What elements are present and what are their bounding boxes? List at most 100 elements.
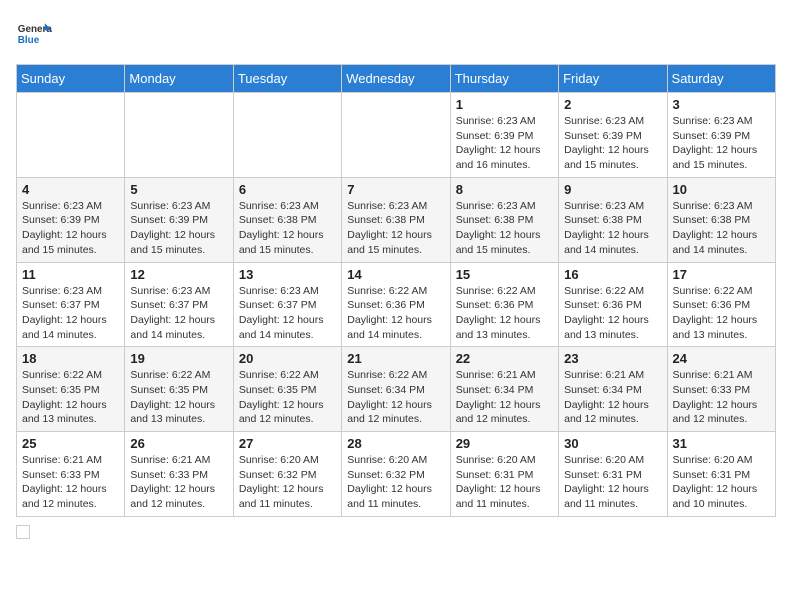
calendar-cell: 5 Sunrise: 6:23 AM Sunset: 6:39 PM Daylig…	[125, 177, 233, 262]
day-number: 26	[130, 436, 227, 451]
day-info: Sunrise: 6:23 AM Sunset: 6:39 PM Dayligh…	[22, 199, 119, 258]
weekday-header-monday: Monday	[125, 65, 233, 93]
day-number: 5	[130, 182, 227, 197]
day-number: 2	[564, 97, 661, 112]
day-number: 16	[564, 267, 661, 282]
day-number: 21	[347, 351, 444, 366]
calendar-cell: 20Sunrise: 6:22 AM Sunset: 6:35 PM Dayli…	[233, 347, 341, 432]
day-number: 29	[456, 436, 553, 451]
calendar-cell: 24 Sunrise: 6:21 AM Sunset: 6:33 PM Dayli…	[667, 347, 775, 432]
weekday-header-saturday: Saturday	[667, 65, 775, 93]
calendar-cell: 9 Sunrise: 6:23 AM Sunset: 6:38 PM Daylig…	[559, 177, 667, 262]
day-info: Sunrise: 6:23 AM Sunset: 6:37 PM Dayligh…	[22, 284, 119, 343]
day-number: 23	[564, 351, 661, 366]
daylight-box	[16, 525, 30, 539]
day-number: 17	[673, 267, 770, 282]
day-info: Sunrise: 6:23 AM Sunset: 6:38 PM Dayligh…	[564, 199, 661, 258]
day-number: 20	[239, 351, 336, 366]
calendar-table: SundayMondayTuesdayWednesdayThursdayFrid…	[16, 64, 776, 517]
day-number: 15	[456, 267, 553, 282]
day-info: Sunrise: 6:22 AM Sunset: 6:36 PM Dayligh…	[347, 284, 444, 343]
calendar-cell: 30 Sunrise: 6:20 AM Sunset: 6:31 PM Dayli…	[559, 432, 667, 517]
day-info: Sunrise: 6:20 AM Sunset: 6:31 PM Dayligh…	[673, 453, 770, 512]
calendar-cell: 3 Sunrise: 6:23 AM Sunset: 6:39 PM Daylig…	[667, 93, 775, 178]
day-number: 24	[673, 351, 770, 366]
calendar-cell: 1 Sunrise: 6:23 AM Sunset: 6:39 PM Daylig…	[450, 93, 558, 178]
day-number: 6	[239, 182, 336, 197]
calendar-cell: 6 Sunrise: 6:23 AM Sunset: 6:38 PM Daylig…	[233, 177, 341, 262]
calendar-cell: 25Sunrise: 6:21 AM Sunset: 6:33 PM Dayli…	[17, 432, 125, 517]
calendar-cell: 4 Sunrise: 6:23 AM Sunset: 6:39 PM Daylig…	[17, 177, 125, 262]
calendar-cell: 2 Sunrise: 6:23 AM Sunset: 6:39 PM Daylig…	[559, 93, 667, 178]
calendar-week-2: 4 Sunrise: 6:23 AM Sunset: 6:39 PM Daylig…	[17, 177, 776, 262]
day-number: 11	[22, 267, 119, 282]
calendar-cell: 18 Sunrise: 6:22 AM Sunset: 6:35 PM Dayli…	[17, 347, 125, 432]
calendar-week-1: 1 Sunrise: 6:23 AM Sunset: 6:39 PM Daylig…	[17, 93, 776, 178]
calendar-cell: 7 Sunrise: 6:23 AM Sunset: 6:38 PM Daylig…	[342, 177, 450, 262]
day-info: Sunrise: 6:21 AM Sunset: 6:34 PM Dayligh…	[564, 368, 661, 427]
day-info: Sunrise: 6:23 AM Sunset: 6:39 PM Dayligh…	[564, 114, 661, 173]
weekday-header-wednesday: Wednesday	[342, 65, 450, 93]
day-number: 4	[22, 182, 119, 197]
day-number: 22	[456, 351, 553, 366]
day-info: Sunrise: 6:22 AM Sunset: 6:35 PM Dayligh…	[22, 368, 119, 427]
day-info: Sunrise: 6:21 AM Sunset: 6:34 PM Dayligh…	[456, 368, 553, 427]
weekday-header-tuesday: Tuesday	[233, 65, 341, 93]
day-number: 19	[130, 351, 227, 366]
day-number: 13	[239, 267, 336, 282]
calendar-cell: 17 Sunrise: 6:22 AM Sunset: 6:36 PM Dayli…	[667, 262, 775, 347]
calendar-cell	[233, 93, 341, 178]
day-info: Sunrise: 6:21 AM Sunset: 6:33 PM Dayligh…	[130, 453, 227, 512]
calendar-cell: 26 Sunrise: 6:21 AM Sunset: 6:33 PM Dayli…	[125, 432, 233, 517]
calendar-cell: 8 Sunrise: 6:23 AM Sunset: 6:38 PM Daylig…	[450, 177, 558, 262]
calendar-body: 1 Sunrise: 6:23 AM Sunset: 6:39 PM Daylig…	[17, 93, 776, 517]
day-info: Sunrise: 6:23 AM Sunset: 6:39 PM Dayligh…	[130, 199, 227, 258]
day-number: 18	[22, 351, 119, 366]
calendar-cell: 10Sunrise: 6:23 AM Sunset: 6:38 PM Dayli…	[667, 177, 775, 262]
day-number: 7	[347, 182, 444, 197]
day-info: Sunrise: 6:23 AM Sunset: 6:38 PM Dayligh…	[673, 199, 770, 258]
calendar-cell	[17, 93, 125, 178]
day-info: Sunrise: 6:23 AM Sunset: 6:39 PM Dayligh…	[456, 114, 553, 173]
calendar-cell: 29Sunrise: 6:20 AM Sunset: 6:31 PM Dayli…	[450, 432, 558, 517]
day-info: Sunrise: 6:23 AM Sunset: 6:38 PM Dayligh…	[456, 199, 553, 258]
calendar-week-5: 25Sunrise: 6:21 AM Sunset: 6:33 PM Dayli…	[17, 432, 776, 517]
calendar-cell: 28 Sunrise: 6:20 AM Sunset: 6:32 PM Dayli…	[342, 432, 450, 517]
day-info: Sunrise: 6:21 AM Sunset: 6:33 PM Dayligh…	[673, 368, 770, 427]
day-info: Sunrise: 6:22 AM Sunset: 6:36 PM Dayligh…	[673, 284, 770, 343]
calendar-cell: 16 Sunrise: 6:22 AM Sunset: 6:36 PM Dayli…	[559, 262, 667, 347]
day-info: Sunrise: 6:20 AM Sunset: 6:32 PM Dayligh…	[347, 453, 444, 512]
day-info: Sunrise: 6:23 AM Sunset: 6:39 PM Dayligh…	[673, 114, 770, 173]
day-info: Sunrise: 6:23 AM Sunset: 6:38 PM Dayligh…	[347, 199, 444, 258]
day-info: Sunrise: 6:23 AM Sunset: 6:37 PM Dayligh…	[239, 284, 336, 343]
calendar-cell: 14 Sunrise: 6:22 AM Sunset: 6:36 PM Dayli…	[342, 262, 450, 347]
calendar-cell: 22 Sunrise: 6:21 AM Sunset: 6:34 PM Dayli…	[450, 347, 558, 432]
day-number: 30	[564, 436, 661, 451]
day-info: Sunrise: 6:22 AM Sunset: 6:36 PM Dayligh…	[564, 284, 661, 343]
day-info: Sunrise: 6:22 AM Sunset: 6:34 PM Dayligh…	[347, 368, 444, 427]
day-info: Sunrise: 6:23 AM Sunset: 6:38 PM Dayligh…	[239, 199, 336, 258]
calendar-cell: 27 Sunrise: 6:20 AM Sunset: 6:32 PM Dayli…	[233, 432, 341, 517]
calendar-cell: 11 Sunrise: 6:23 AM Sunset: 6:37 PM Dayli…	[17, 262, 125, 347]
calendar-cell: 31 Sunrise: 6:20 AM Sunset: 6:31 PM Dayli…	[667, 432, 775, 517]
calendar-cell: 23 Sunrise: 6:21 AM Sunset: 6:34 PM Dayli…	[559, 347, 667, 432]
calendar-cell	[342, 93, 450, 178]
day-number: 12	[130, 267, 227, 282]
calendar-cell: 21 Sunrise: 6:22 AM Sunset: 6:34 PM Dayli…	[342, 347, 450, 432]
day-number: 31	[673, 436, 770, 451]
day-number: 9	[564, 182, 661, 197]
weekday-header-thursday: Thursday	[450, 65, 558, 93]
day-info: Sunrise: 6:22 AM Sunset: 6:36 PM Dayligh…	[456, 284, 553, 343]
day-number: 8	[456, 182, 553, 197]
day-info: Sunrise: 6:20 AM Sunset: 6:32 PM Dayligh…	[239, 453, 336, 512]
day-number: 14	[347, 267, 444, 282]
weekday-header-sunday: Sunday	[17, 65, 125, 93]
day-number: 28	[347, 436, 444, 451]
footer	[16, 525, 776, 539]
calendar-week-4: 18 Sunrise: 6:22 AM Sunset: 6:35 PM Dayli…	[17, 347, 776, 432]
day-number: 27	[239, 436, 336, 451]
day-number: 3	[673, 97, 770, 112]
day-number: 1	[456, 97, 553, 112]
svg-text:Blue: Blue	[18, 35, 40, 46]
day-info: Sunrise: 6:20 AM Sunset: 6:31 PM Dayligh…	[564, 453, 661, 512]
